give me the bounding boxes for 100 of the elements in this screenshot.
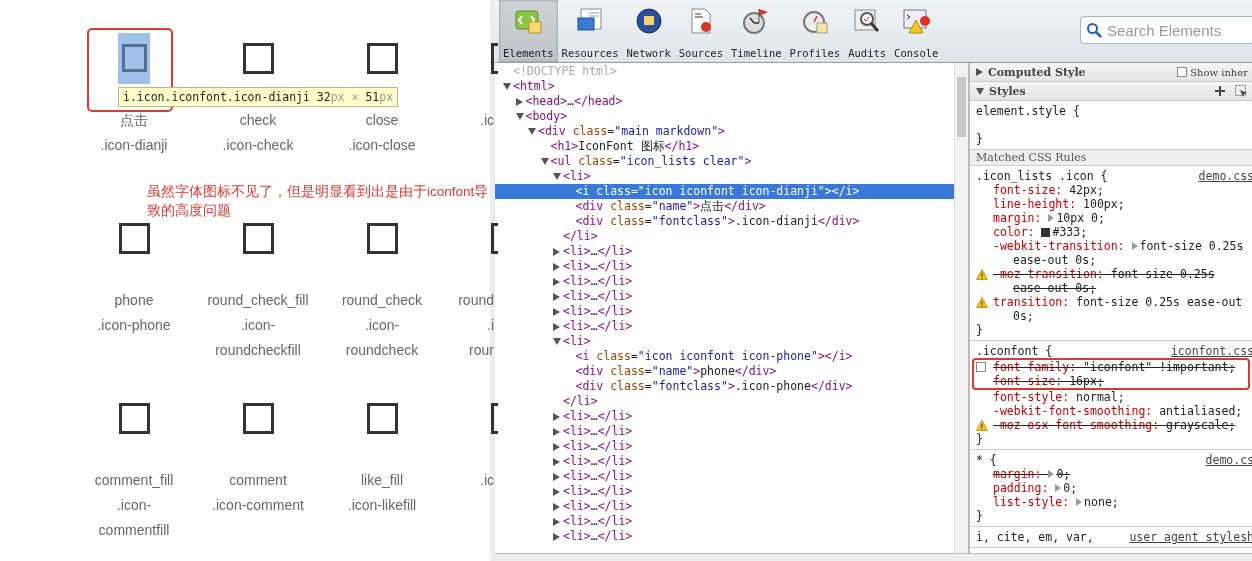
source-link[interactable]: iconfont.css <box>1170 344 1252 358</box>
html-node[interactable]: <li>…</li> <box>563 529 633 544</box>
html-node[interactable]: <div class="name">phone</div> <box>575 364 777 379</box>
search-icon <box>1086 22 1102 38</box>
tool-tab[interactable]: Network <box>622 0 675 62</box>
tool-tab[interactable]: Timeline <box>727 0 786 62</box>
css-property[interactable]: font-size: 16px; <box>993 374 1104 388</box>
collapse-arrow-icon[interactable] <box>540 158 549 165</box>
css-property[interactable]: margin: 10px 0; <box>993 211 1105 225</box>
html-node[interactable]: <li> <box>563 169 591 184</box>
css-property[interactable]: -moz-osx-font-smoothing: grayscale; <box>993 418 1236 432</box>
icon-name: check <box>238 111 278 130</box>
expand-arrow-icon[interactable] <box>553 487 560 496</box>
html-node[interactable]: <li>…</li> <box>563 514 633 529</box>
html-node[interactable]: <li>…</li> <box>563 274 633 289</box>
css-property[interactable]: font-style: normal; <box>993 390 1125 404</box>
html-node[interactable]: <li>…</li> <box>563 454 633 469</box>
html-node[interactable]: <li>…</li> <box>563 469 633 484</box>
expand-arrow-icon[interactable] <box>553 427 560 436</box>
css-property[interactable]: margin: 0; <box>993 467 1071 481</box>
expand-arrow-icon[interactable] <box>553 292 560 301</box>
search-field[interactable]: Search Elements <box>1080 16 1252 44</box>
icon-name: comment_fill <box>93 471 175 490</box>
css-selector: .iconfont { <box>976 344 1053 358</box>
section-header: Matched CSS Rules <box>970 150 1252 166</box>
css-property[interactable]: list-style: none; <box>993 495 1119 509</box>
expand-arrow-icon[interactable] <box>553 457 560 466</box>
html-node[interactable]: <li>…</li> <box>563 484 633 499</box>
css-property[interactable]: font-family: "iconfont" !important; <box>993 360 1236 374</box>
html-node[interactable]: <li>…</li> <box>563 424 633 439</box>
checkbox[interactable] <box>976 362 986 372</box>
html-node[interactable]: <li> <box>563 334 591 349</box>
tool-tab[interactable]: Console <box>890 0 943 62</box>
plus-icon[interactable] <box>1214 85 1226 97</box>
source-link[interactable]: demo.cs <box>1205 453 1252 467</box>
html-node[interactable]: <li>…</li> <box>563 409 633 424</box>
collapse-arrow-icon[interactable] <box>553 338 561 345</box>
network-tool-icon <box>633 6 664 36</box>
html-node[interactable]: <li>…</li> <box>563 439 633 454</box>
css-property[interactable]: transition: font-size 0.25s ease-out 0s; <box>993 295 1248 323</box>
css-property[interactable]: padding: 0; <box>993 481 1078 495</box>
css-property[interactable]: -moz-transition: font-size 0.25s ease-out 0s; <box>993 267 1248 295</box>
collapse-arrow-icon[interactable] <box>503 83 511 90</box>
css-property[interactable]: -webkit-transition: font-size 0.25s ease-out 0s; <box>993 239 1248 267</box>
expand-arrow-icon[interactable] <box>553 412 560 421</box>
expand-arrow-icon[interactable] <box>553 277 560 286</box>
section-header[interactable]: Styles <box>970 82 1252 101</box>
scrollbar[interactable] <box>954 63 968 553</box>
pointer-icon[interactable] <box>1235 84 1248 98</box>
icon-class: .icon-phone <box>96 316 172 335</box>
html-node[interactable]: <li>…</li> <box>563 499 633 514</box>
icon-class: .icon-likefill <box>346 496 418 515</box>
css-selector: * { <box>976 453 997 467</box>
html-node[interactable]: <ul class="icon_lists clear"> <box>550 154 752 169</box>
html-node[interactable]: <li>…</li> <box>563 289 633 304</box>
collapse-arrow-icon[interactable] <box>515 113 524 120</box>
color-swatch[interactable] <box>1041 228 1051 237</box>
html-node[interactable]: <li>…</li> <box>563 259 633 274</box>
expand-arrow-icon[interactable] <box>553 502 560 511</box>
expand-arrow-icon[interactable] <box>515 97 523 106</box>
icon-class: .ic <box>479 111 494 130</box>
html-node[interactable]: <div class="fontclass">.icon-phone</div> <box>575 379 853 394</box>
html-node[interactable]: <i class="icon iconfont icon-phone"></i> <box>575 349 853 364</box>
icon-class: commentfill <box>97 521 171 540</box>
expand-arrow-icon[interactable] <box>553 532 560 541</box>
html-node[interactable]: <h1>IconFont 图标</h1> <box>550 139 700 154</box>
expand-arrow-icon[interactable] <box>553 322 560 331</box>
expand-arrow-icon[interactable] <box>553 247 560 256</box>
expand-arrow-icon[interactable] <box>553 307 560 316</box>
expand-arrow-icon[interactable] <box>553 472 560 481</box>
html-node[interactable]: <li>…</li> <box>563 319 633 334</box>
expand-arrow-icon[interactable] <box>553 517 560 526</box>
css-property[interactable]: font-size: 42px; <box>993 183 1104 197</box>
source-link[interactable]: demo.css <box>1198 169 1252 183</box>
html-node[interactable]: <body> <box>525 109 568 124</box>
css-property[interactable]: -webkit-font-smoothing: antialiased; <box>993 404 1243 418</box>
css-property[interactable]: color: #333; <box>993 225 1088 239</box>
collapse-arrow-icon[interactable] <box>528 128 536 135</box>
checkbox[interactable] <box>1177 67 1188 77</box>
html-node[interactable]: <div class="main markdown"> <box>538 124 725 139</box>
section-header[interactable]: Computed Style Show inher <box>970 63 1252 82</box>
html-node[interactable]: <li>…</li> <box>563 244 633 259</box>
tool-tab[interactable]: Profiles <box>785 0 845 62</box>
html-node[interactable]: <head>…</head> <box>525 94 623 109</box>
tool-tab[interactable]: Sources <box>674 0 727 62</box>
icon-class: .ic <box>479 471 494 490</box>
tool-tab[interactable]: Audits <box>844 0 891 62</box>
expand-arrow-icon[interactable] <box>553 442 560 451</box>
html-node[interactable]: </li> <box>563 229 598 244</box>
icon-name: close <box>364 111 400 130</box>
tool-tab[interactable]: Elements <box>499 0 558 62</box>
css-brace: } <box>976 323 984 337</box>
tool-tab[interactable]: Resources <box>557 0 623 62</box>
expand-arrow-icon[interactable] <box>553 262 560 271</box>
css-property[interactable]: line-height: 100px; <box>993 197 1125 211</box>
html-node[interactable]: <li>…</li> <box>563 304 633 319</box>
html-node[interactable]: <html> <box>513 79 555 94</box>
html-node[interactable]: </li> <box>563 394 598 409</box>
html-node[interactable]: <div class="name">点击</div> <box>575 199 766 214</box>
html-node[interactable]: <div class="fontclass">.icon-dianji</div> <box>575 214 860 229</box>
